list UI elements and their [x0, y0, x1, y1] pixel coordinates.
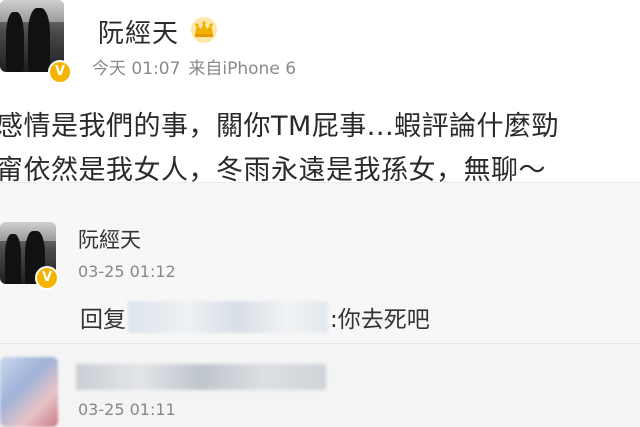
reply-text: :你去死吧 — [330, 307, 430, 333]
comment-time: 03-25 01:11 — [78, 400, 176, 419]
post-section — [0, 0, 640, 172]
comment-author-name[interactable]: 阮經天 — [78, 224, 141, 254]
post-text: 甯依然是我女人，冬雨永遠是我孫女，無聊～ — [0, 155, 546, 186]
author-name[interactable]: 阮經天 — [98, 13, 179, 50]
avatar[interactable] — [0, 357, 58, 427]
comment-text: 回复 :你去死吧 — [80, 300, 430, 334]
comment-time: 03-25 01:12 — [78, 262, 176, 281]
verified-v-icon: V — [35, 266, 59, 290]
verified-v-icon: V — [48, 60, 72, 84]
crown-icon — [191, 17, 217, 43]
redacted-comment-text — [76, 364, 326, 390]
post-time: 今天 01:07 — [92, 59, 181, 79]
post-source: 来自iPhone 6 — [188, 59, 297, 79]
post-text: 感情是我們的事，關你TM屁事...蝦評論什麼勁 — [0, 111, 560, 142]
redacted-username — [128, 301, 328, 333]
reply-prefix: 回复 — [80, 307, 126, 333]
post-meta: 今天 01:07 来自iPhone 6 — [92, 54, 296, 79]
